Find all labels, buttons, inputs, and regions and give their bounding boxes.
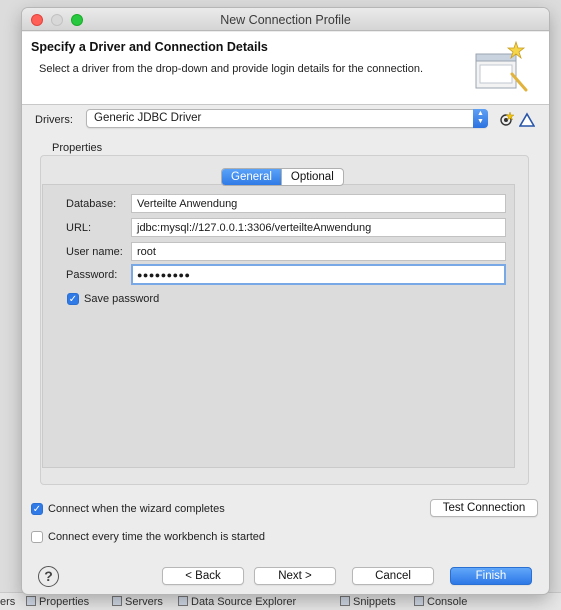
data-source-icon xyxy=(178,596,188,606)
password-label: Password: xyxy=(66,269,118,281)
connect-when-complete-checkbox[interactable]: ✓ xyxy=(31,503,43,515)
new-connection-wizard-icon xyxy=(475,40,528,92)
tab-general[interactable]: General xyxy=(222,169,281,185)
test-connection-button[interactable]: Test Connection xyxy=(430,499,538,517)
bg-tab-servers[interactable]: Servers xyxy=(112,596,163,608)
save-password-label: Save password xyxy=(84,293,160,305)
bg-tab-snippets[interactable]: Snippets xyxy=(340,596,396,608)
new-driver-definition-icon[interactable] xyxy=(499,111,515,127)
connection-profile-dialog: New Connection Profile Specify a Driver … xyxy=(22,8,549,594)
bg-tab-1: ers xyxy=(0,596,16,608)
bg-tab-console[interactable]: Console xyxy=(414,596,467,608)
console-icon xyxy=(414,596,424,606)
cancel-button[interactable]: Cancel xyxy=(352,567,434,585)
save-password-checkbox[interactable]: ✓ xyxy=(67,293,79,305)
url-label: URL: xyxy=(66,222,92,234)
tab-optional[interactable]: Optional xyxy=(280,169,343,185)
maximize-window-button[interactable] xyxy=(71,14,83,26)
background-ide-tabs: ers Properties Servers Data Source Explo… xyxy=(0,592,561,610)
connect-when-complete-label: Connect when the wizard completes xyxy=(48,503,225,515)
bg-tab-data-source-explorer[interactable]: Data Source Explorer xyxy=(178,596,296,608)
help-icon[interactable]: ? xyxy=(38,566,59,587)
next-button[interactable]: Next > xyxy=(254,567,336,585)
finish-button[interactable]: Finish xyxy=(450,567,532,585)
close-window-button[interactable] xyxy=(31,14,43,26)
wizard-banner: Specify a Driver and Connection Details … xyxy=(22,32,549,105)
database-field[interactable]: Verteilte Anwendung xyxy=(131,194,506,213)
back-button[interactable]: < Back xyxy=(162,567,244,585)
drivers-selected-value: Generic JDBC Driver xyxy=(94,112,202,124)
connect-every-time-checkbox[interactable] xyxy=(31,531,43,543)
username-label: User name: xyxy=(66,246,123,258)
connect-every-time-label: Connect every time the workbench is star… xyxy=(48,531,266,543)
minimize-window-button[interactable] xyxy=(51,14,63,26)
password-field[interactable]: ●●●●●●●●● xyxy=(131,264,506,285)
window-title: New Connection Profile xyxy=(220,13,351,27)
drivers-dropdown[interactable]: Generic JDBC Driver ▲ ▼ xyxy=(86,109,488,128)
bg-tab-properties[interactable]: Properties xyxy=(26,596,89,608)
drivers-label: Drivers: xyxy=(35,114,73,126)
title-bar[interactable]: New Connection Profile xyxy=(22,8,549,31)
page-title: Specify a Driver and Connection Details xyxy=(31,40,268,54)
url-field[interactable]: jdbc:mysql://127.0.0.1:3306/verteilteAnw… xyxy=(131,218,506,237)
properties-tab-switcher: General Optional xyxy=(221,168,344,186)
properties-icon xyxy=(26,596,36,606)
updown-arrows-icon: ▲ ▼ xyxy=(473,109,488,128)
properties-group-label: Properties xyxy=(52,142,103,154)
page-description: Select a driver from the drop-down and p… xyxy=(39,63,423,75)
servers-icon xyxy=(112,596,122,606)
username-field[interactable]: root xyxy=(131,242,506,261)
database-label: Database: xyxy=(66,198,117,210)
snippets-icon xyxy=(340,596,350,606)
edit-driver-definition-icon[interactable] xyxy=(519,112,535,128)
